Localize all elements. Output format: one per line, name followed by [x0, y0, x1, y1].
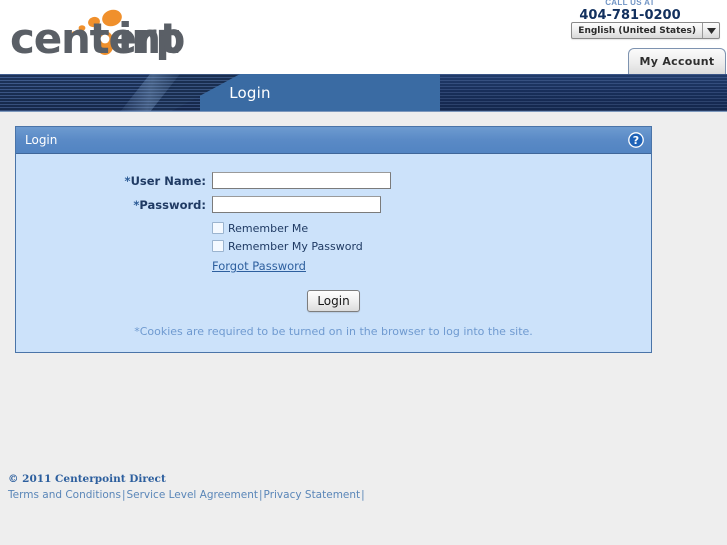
footer-separator-trailing: |: [361, 489, 365, 501]
footer-link-privacy[interactable]: Privacy Statement: [264, 489, 361, 501]
login-button[interactable]: Login: [307, 290, 360, 312]
remember-password-checkbox[interactable]: [212, 240, 224, 252]
forgot-password-link[interactable]: Forgot Password: [212, 259, 306, 273]
page-content: Login ? *User Name: *Password: Remember …: [0, 112, 727, 507]
password-row: *Password:: [16, 196, 651, 213]
username-input[interactable]: [212, 172, 391, 189]
remember-me-checkbox[interactable]: [212, 222, 224, 234]
question-circle-icon[interactable]: ?: [628, 132, 644, 148]
remember-me-label[interactable]: Remember Me: [228, 222, 308, 235]
chevron-down-icon: [702, 23, 719, 38]
password-input[interactable]: [212, 196, 381, 213]
svg-text:?: ?: [633, 134, 639, 147]
svg-text:int: int: [118, 14, 180, 60]
login-panel-title: Login: [25, 133, 58, 147]
call-us-label: CALL US AT: [605, 0, 655, 7]
forgot-password-row: Forgot Password: [212, 257, 651, 275]
password-label-text: Password:: [139, 197, 206, 212]
login-page: centerp int CALL US AT 404-781-0200 Engl…: [0, 0, 727, 545]
password-label: *Password:: [16, 198, 212, 212]
language-select[interactable]: English (United States): [571, 22, 720, 39]
login-button-row: Login: [16, 290, 651, 312]
remember-password-row: Remember My Password: [212, 238, 651, 254]
login-panel: Login ? *User Name: *Password: Remember …: [15, 126, 652, 353]
phone-number: 404-781-0200: [579, 8, 681, 23]
login-panel-header: Login ?: [16, 127, 651, 154]
login-panel-body: *User Name: *Password: Remember Me Remem…: [16, 154, 651, 352]
username-label: *User Name:: [16, 174, 212, 188]
username-label-text: User Name:: [130, 173, 206, 188]
site-header: centerp int CALL US AT 404-781-0200 Engl…: [0, 0, 727, 74]
username-row: *User Name:: [16, 172, 651, 189]
cookie-requirement-note: *Cookies are required to be turned on in…: [134, 325, 533, 338]
tab-my-account[interactable]: My Account: [628, 48, 726, 74]
page-title: Login: [229, 84, 271, 102]
site-footer: © 2011 Centerpoint Direct Terms and Cond…: [0, 473, 727, 507]
copyright-text: © 2011 Centerpoint Direct: [8, 473, 166, 485]
page-banner: Login: [0, 74, 727, 112]
language-select-value: English (United States): [578, 25, 696, 36]
centerpoint-logo[interactable]: centerp int: [8, 8, 208, 60]
footer-link-terms[interactable]: Terms and Conditions: [8, 489, 121, 501]
footer-link-sla[interactable]: Service Level Agreement: [126, 489, 258, 501]
footer-links: Terms and Conditions | Service Level Agree…: [8, 489, 727, 501]
remember-password-label[interactable]: Remember My Password: [228, 240, 363, 253]
tab-my-account-label: My Account: [639, 55, 715, 68]
contact-info: CALL US AT 404-781-0200: [555, 0, 705, 23]
remember-me-row: Remember Me: [212, 220, 651, 236]
